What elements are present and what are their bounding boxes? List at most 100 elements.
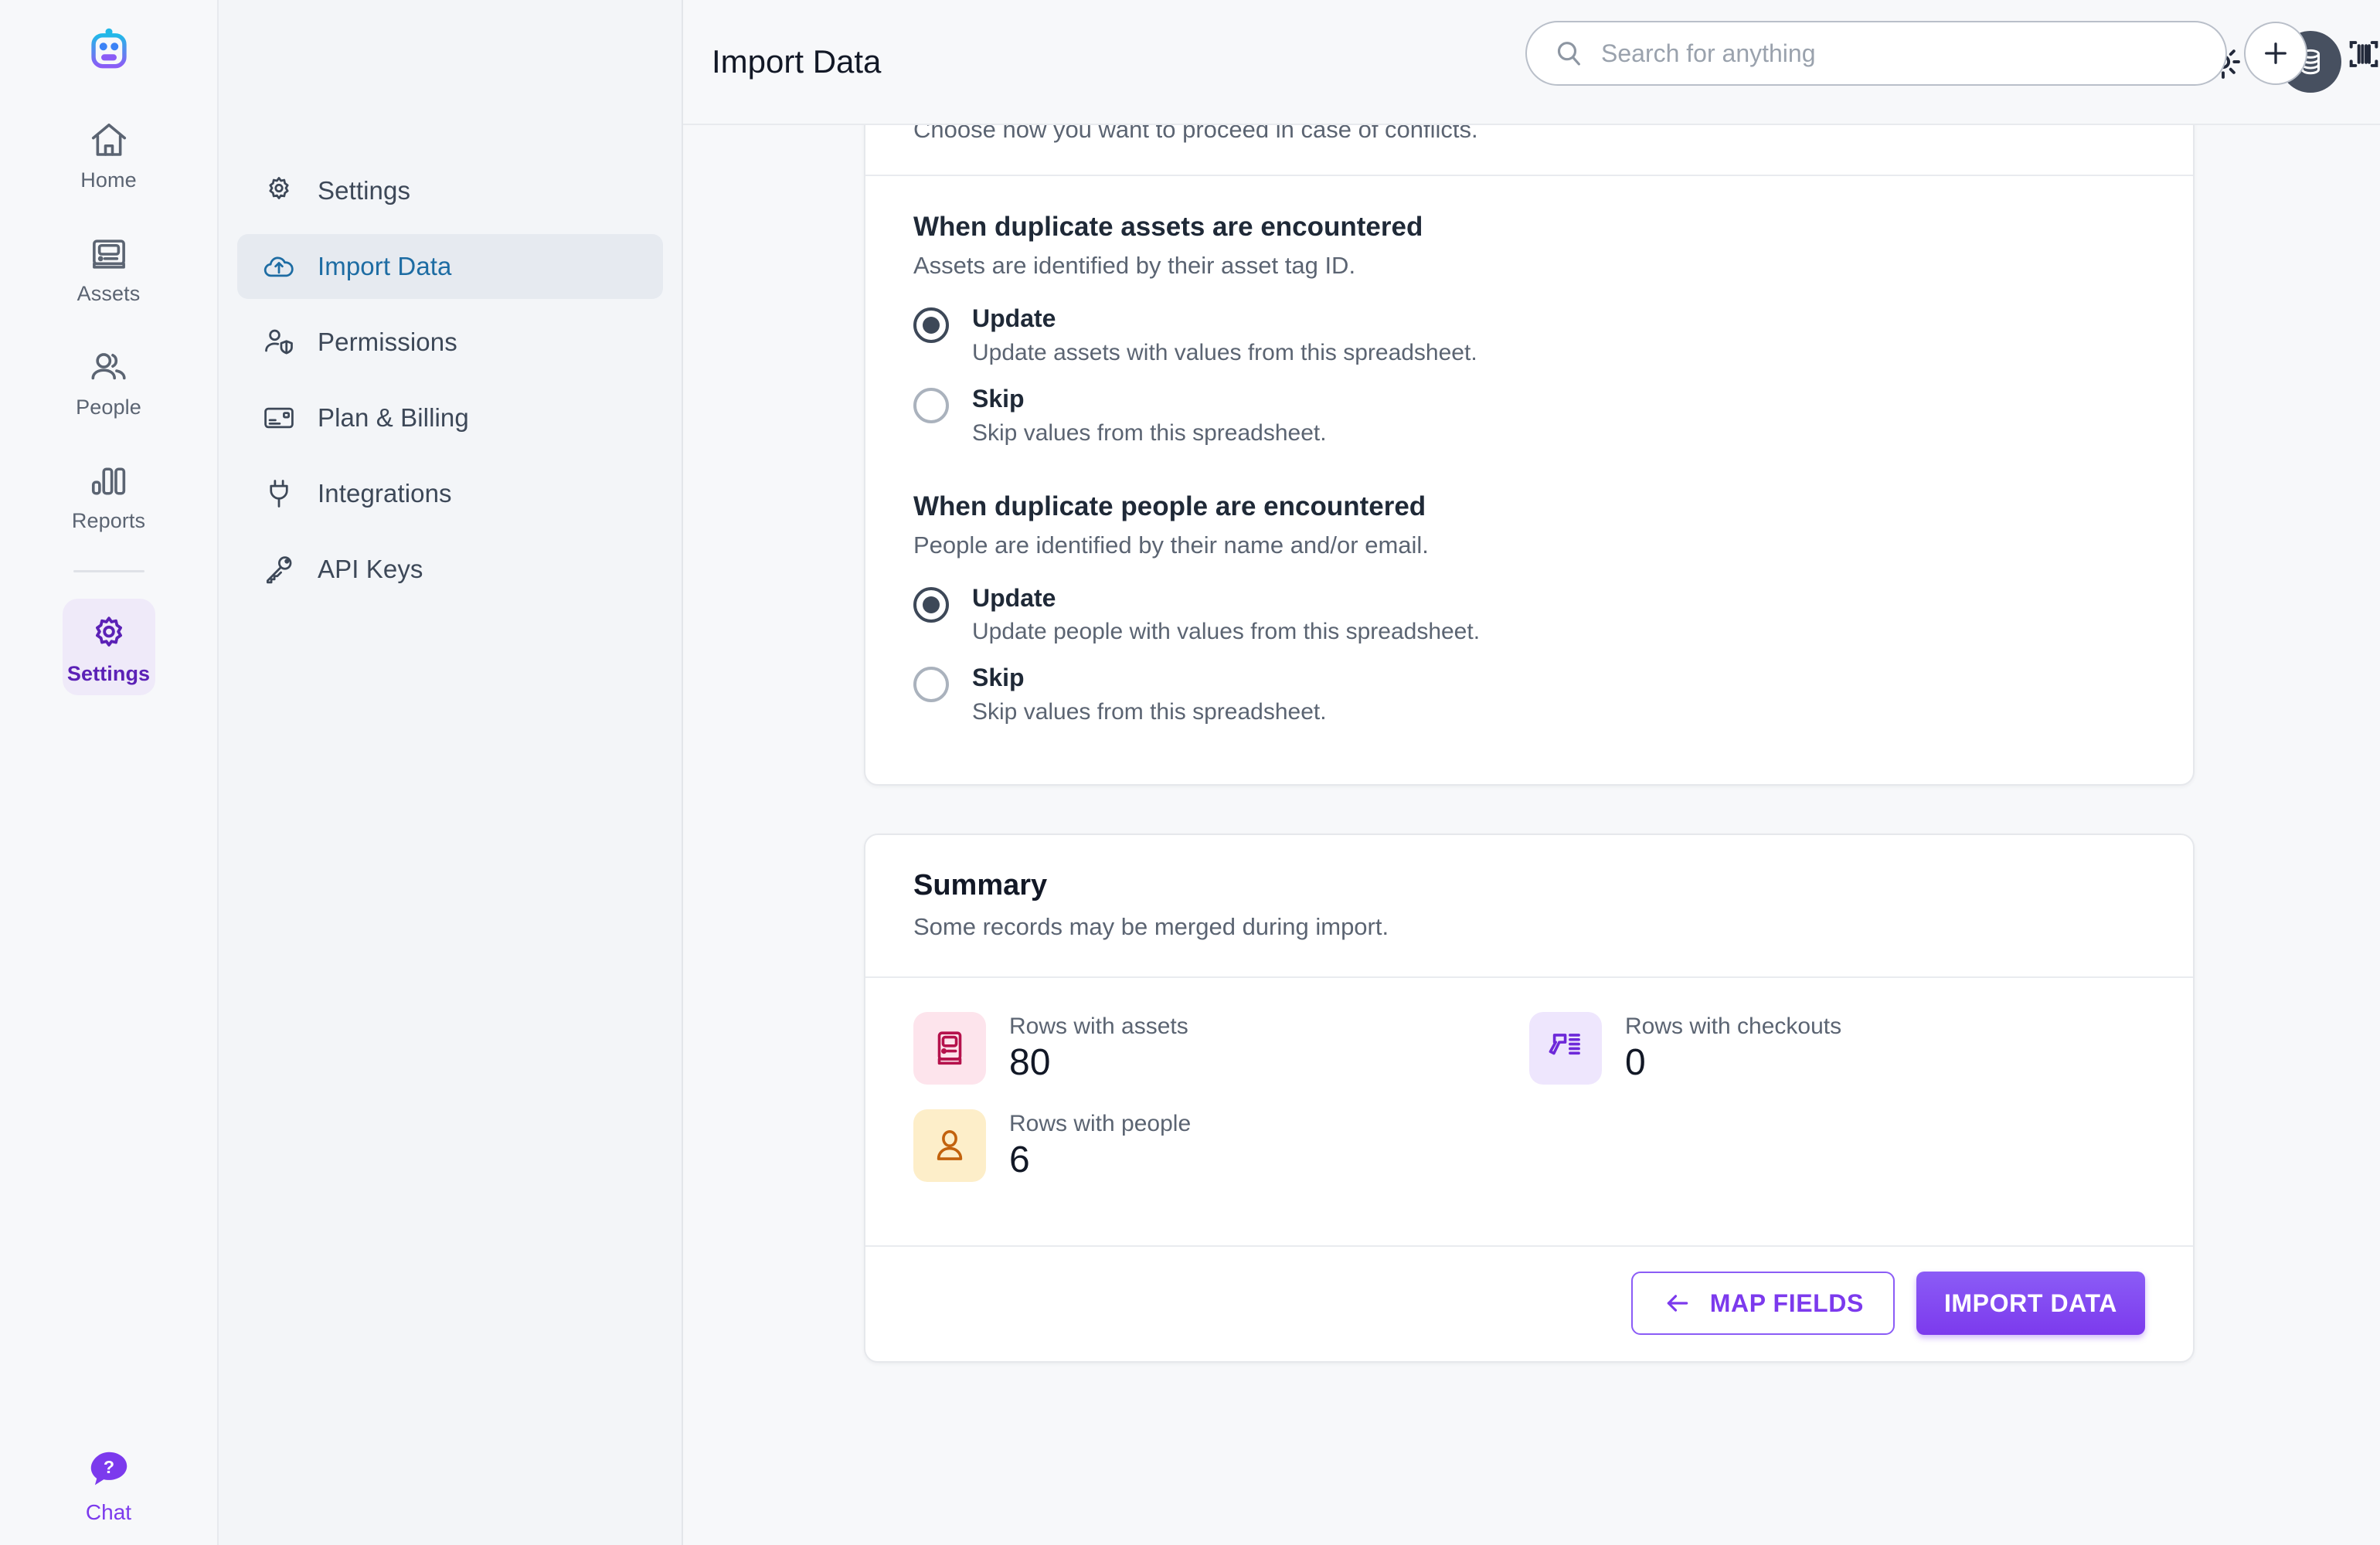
- radio-button[interactable]: [913, 307, 949, 343]
- sidebar-item-label: Settings: [66, 662, 151, 685]
- assets-icon: [87, 233, 131, 276]
- summary-actions: MAP FIELDS IMPORT DATA: [865, 1247, 2193, 1361]
- primary-nav-list: Home Assets People Reports Settings: [0, 105, 217, 712]
- duplicate-assets-group: When duplicate assets are encountered As…: [913, 212, 2145, 447]
- primary-sidebar: Home Assets People Reports Settings ? Ch…: [0, 0, 219, 1545]
- radio-description: Update people with values from this spre…: [972, 619, 1481, 645]
- stat-value: 6: [1009, 1139, 1030, 1180]
- radio-description: Update assets with values from this spre…: [972, 339, 1477, 365]
- subnav-item-label: Plan & Billing: [318, 403, 469, 432]
- radio-label: Update: [972, 583, 1056, 612]
- summary-header: Summary Some records may be merged durin…: [865, 835, 2193, 976]
- map-fields-label: MAP FIELDS: [1709, 1289, 1864, 1317]
- plus-icon: [2265, 42, 2286, 64]
- map-fields-button[interactable]: MAP FIELDS: [1630, 1272, 1895, 1336]
- radio-people-update[interactable]: Update Update people with values from th…: [913, 584, 2145, 646]
- subnav-item-permissions[interactable]: Permissions: [237, 310, 663, 375]
- search-input[interactable]: [1601, 39, 2199, 68]
- import-data-label: IMPORT DATA: [1943, 1289, 2117, 1317]
- content-scroll-area[interactable]: Choose how you want to proceed in case o…: [683, 124, 2380, 1545]
- stat-rows-with-checkouts: Rows with checkouts 0: [1529, 1012, 2145, 1085]
- group-title: When duplicate people are encountered: [913, 491, 1426, 521]
- stat-value: 0: [1625, 1041, 1646, 1083]
- summary-subtitle: Some records may be merged during import…: [913, 913, 1389, 941]
- global-search[interactable]: [1525, 21, 2227, 86]
- subnav-item-integrations[interactable]: Integrations: [237, 461, 663, 526]
- conflict-card-header: Choose how you want to proceed in case o…: [865, 124, 2193, 175]
- robot-logo-icon: [90, 28, 127, 69]
- chat-help-icon: ?: [90, 1452, 127, 1486]
- radio-button[interactable]: [913, 387, 949, 423]
- user-shield-icon: [265, 329, 293, 355]
- people-icon: [87, 346, 131, 389]
- home-icon: [87, 119, 131, 162]
- sidebar-item-people[interactable]: People: [63, 332, 155, 429]
- chat-button[interactable]: ? Chat: [85, 1446, 133, 1525]
- sidebar-item-assets[interactable]: Assets: [63, 219, 155, 315]
- sidebar-item-label: Home: [80, 168, 137, 192]
- gear-icon: [87, 613, 131, 656]
- radio-label: Skip: [972, 384, 1025, 413]
- import-data-button[interactable]: IMPORT DATA: [1916, 1272, 2145, 1336]
- person-icon: [913, 1109, 986, 1183]
- subnav-item-api-keys[interactable]: API Keys: [237, 537, 663, 602]
- reports-icon: [87, 460, 131, 503]
- stat-rows-with-assets: Rows with assets 80: [913, 1012, 1529, 1085]
- subnav-item-label: Permissions: [318, 328, 457, 356]
- subnav-item-label: Import Data: [318, 252, 452, 280]
- subnav-item-label: Integrations: [318, 479, 452, 508]
- group-description: Assets are identified by their asset tag…: [913, 252, 1356, 279]
- gear-icon: [269, 177, 289, 199]
- summary-card: Summary Some records may be merged durin…: [864, 834, 2195, 1363]
- radio-description: Skip values from this spreadsheet.: [972, 419, 1327, 446]
- conflict-card-body: When duplicate assets are encountered As…: [865, 176, 2193, 784]
- stat-value: 80: [1009, 1041, 1051, 1083]
- page-title: Import Data: [712, 43, 882, 80]
- summary-stats: Rows with assets 80 Rows with checkouts …: [865, 978, 2193, 1245]
- search-icon: [1557, 42, 1580, 66]
- stat-label: Rows with checkouts: [1625, 1013, 1842, 1039]
- app-logo[interactable]: [87, 26, 131, 71]
- radio-button[interactable]: [913, 586, 949, 623]
- sidebar-item-label: Reports: [71, 509, 146, 532]
- radio-label: Skip: [972, 664, 1025, 692]
- radio-people-skip[interactable]: Skip Skip values from this spreadsheet.: [913, 664, 2145, 725]
- duplicate-people-group: When duplicate people are encountered Pe…: [913, 491, 2145, 726]
- conflict-card-subtitle: Choose how you want to proceed in case o…: [913, 124, 1478, 143]
- barcode-scan-icon: [2349, 41, 2378, 67]
- plug-icon: [270, 480, 288, 508]
- key-icon: [266, 556, 292, 584]
- barcode-gun-icon: [1529, 1012, 1602, 1085]
- stat-label: Rows with people: [1009, 1110, 1192, 1136]
- sidebar-item-home[interactable]: Home: [63, 105, 155, 202]
- group-title: When duplicate assets are encountered: [913, 212, 1423, 242]
- stat-label: Rows with assets: [1009, 1013, 1188, 1039]
- subnav-item-label: API Keys: [318, 555, 423, 583]
- chat-label: Chat: [85, 1500, 132, 1524]
- arrow-left-icon: [1667, 1295, 1688, 1312]
- radio-label: Update: [972, 304, 1056, 332]
- app-header: Import Data: [683, 0, 2380, 124]
- settings-subnav: Settings Import Data Permissions Plan & …: [219, 0, 683, 1545]
- credit-card-icon: [264, 407, 294, 429]
- barcode-scan-button[interactable]: [2341, 31, 2380, 77]
- sidebar-item-label: Assets: [76, 282, 141, 305]
- subnav-item-settings[interactable]: Settings: [237, 158, 663, 223]
- sidebar-item-label: People: [76, 396, 141, 419]
- radio-assets-update[interactable]: Update Update assets with values from th…: [913, 304, 2145, 366]
- summary-title: Summary: [913, 869, 1048, 902]
- sidebar-item-reports[interactable]: Reports: [63, 446, 155, 542]
- group-description: People are identified by their name and/…: [913, 531, 1429, 559]
- stat-rows-with-people: Rows with people 6: [913, 1109, 1529, 1183]
- radio-button[interactable]: [913, 667, 949, 703]
- sidebar-item-settings[interactable]: Settings: [62, 599, 155, 695]
- subnav-item-plan-billing[interactable]: Plan & Billing: [237, 385, 663, 450]
- main-column: Import Data Search for anything Choose h…: [683, 0, 2380, 1545]
- conflict-settings-card: Choose how you want to proceed in case o…: [864, 124, 2195, 786]
- radio-description: Skip values from this spreadsheet.: [972, 699, 1327, 725]
- subnav-item-import-data[interactable]: Import Data: [237, 234, 663, 299]
- radio-assets-skip[interactable]: Skip Skip values from this spreadsheet.: [913, 385, 2145, 447]
- svg-text:?: ?: [103, 1457, 114, 1477]
- add-button[interactable]: [2244, 22, 2307, 85]
- cloud-upload-icon: [264, 256, 294, 277]
